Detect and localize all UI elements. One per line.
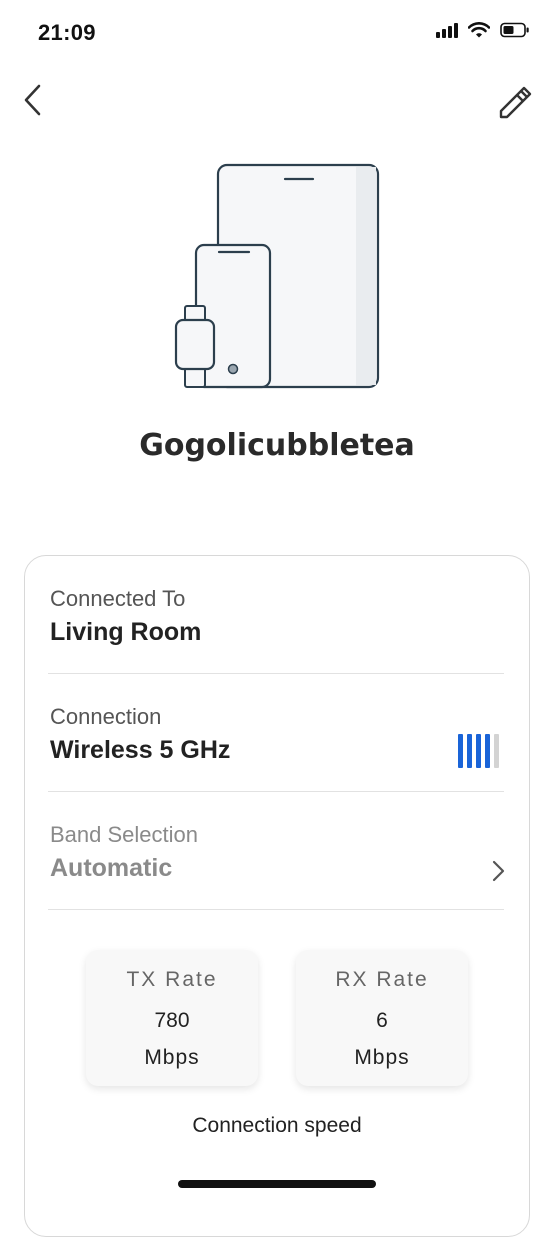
rx-rate-value: 6	[376, 1009, 388, 1032]
tx-rate-unit: Mbps	[144, 1046, 200, 1069]
rx-rate-card: RX Rate 6 Mbps	[296, 950, 468, 1086]
divider	[48, 673, 504, 674]
connection-value: Wireless 5 GHz	[50, 736, 231, 764]
band-selection-label: Band Selection	[50, 822, 198, 847]
chevron-left-icon	[24, 84, 41, 116]
band-selection-value: Automatic	[50, 854, 173, 882]
wifi-icon	[468, 22, 490, 38]
connected-to-label: Connected To	[50, 586, 186, 611]
signal-strength-icon	[458, 734, 499, 768]
back-button[interactable]	[14, 80, 54, 120]
divider	[48, 791, 504, 792]
home-indicator	[178, 1180, 376, 1188]
pencil-icon	[499, 86, 532, 119]
chevron-right-icon	[492, 860, 505, 882]
status-time: 21:09	[38, 20, 96, 45]
device-name: Gogolicubbletea	[139, 428, 415, 463]
connection-speed-caption: Connection speed	[192, 1114, 362, 1137]
status-icons	[436, 22, 530, 38]
rx-rate-unit: Mbps	[354, 1046, 410, 1069]
edit-button[interactable]	[492, 80, 534, 122]
battery-icon	[500, 22, 529, 38]
devices-illustration	[174, 163, 380, 389]
rx-rate-title: RX Rate	[335, 968, 429, 991]
tx-rate-card: TX Rate 780 Mbps	[86, 950, 258, 1086]
tx-rate-title: TX Rate	[126, 968, 218, 991]
divider	[48, 909, 504, 910]
cellular-signal-icon	[436, 22, 458, 38]
tx-rate-value: 780	[154, 1009, 190, 1032]
connected-to-value: Living Room	[50, 618, 202, 646]
connection-label: Connection	[50, 704, 162, 729]
